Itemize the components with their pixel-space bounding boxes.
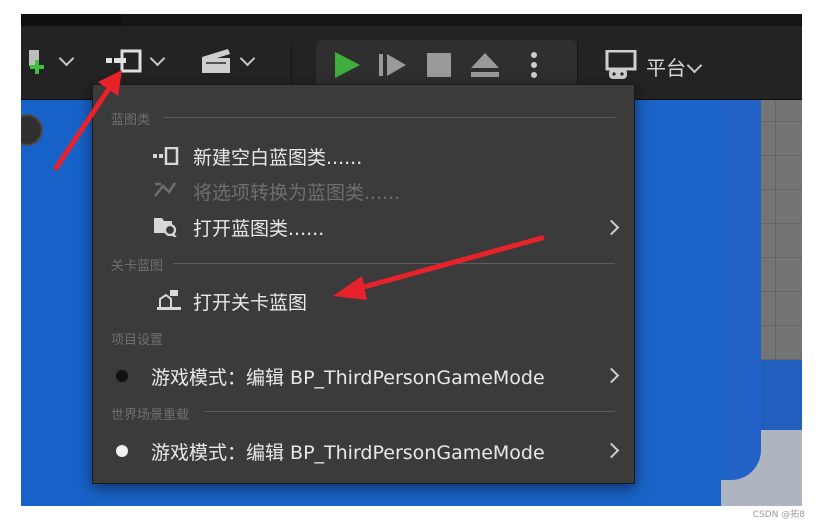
- submenu-arrow-icon: [603, 367, 620, 384]
- chevron-down-icon: [239, 50, 255, 67]
- blueprints-dropdown-menu: 蓝图类 新建空白蓝图类...... 将选项转换为蓝图类...... 打开蓝图类.…: [92, 84, 635, 484]
- blueprint-class-icon: [153, 147, 179, 165]
- dot-white-icon: [116, 445, 128, 457]
- clapperboard-icon: [201, 49, 230, 73]
- level-blueprint-icon: [157, 290, 181, 310]
- platform-icon: [605, 50, 637, 79]
- open-folder-icon: [154, 218, 177, 237]
- chevron-down-icon: [686, 57, 703, 74]
- advance-frame-icon[interactable]: [378, 52, 408, 78]
- submenu-arrow-icon: [603, 219, 620, 236]
- chevron-down-icon: [149, 50, 165, 67]
- add-actor-button[interactable]: [21, 44, 79, 78]
- play-controls: [316, 40, 577, 88]
- section-divider: [163, 117, 615, 118]
- menu-item-new-empty-blueprint[interactable]: 新建空白蓝图类......: [193, 143, 362, 170]
- cinematics-button[interactable]: [193, 44, 259, 78]
- section-header-project-settings: 项目设置: [111, 333, 164, 348]
- section-header-blueprint-class: 蓝图类: [111, 113, 151, 128]
- platforms-button[interactable]: 平台: [601, 40, 721, 88]
- title-strip: [21, 14, 802, 26]
- section-divider: [173, 263, 615, 264]
- menu-item-open-blueprint-class[interactable]: 打开蓝图类......: [193, 214, 324, 241]
- add-actor-icon: [28, 50, 44, 74]
- menu-item-convert-to-blueprint: 将选项转换为蓝图类......: [193, 182, 401, 204]
- submenu-arrow-icon: [603, 442, 620, 459]
- eject-icon[interactable]: [470, 52, 500, 78]
- watermark-text: CSDN @拓8: [752, 510, 805, 520]
- play-icon[interactable]: [332, 50, 362, 80]
- section-header-world-override: 世界场景重载: [111, 408, 190, 423]
- more-options-icon[interactable]: [529, 50, 539, 80]
- platforms-label: 平台: [646, 56, 686, 80]
- menu-item-edit-game-mode-project[interactable]: 游戏模式：编辑 BP_ThirdPersonGameMode: [151, 363, 545, 390]
- toolbar-separator: [291, 42, 292, 86]
- menu-item-open-level-blueprint[interactable]: 打开关卡蓝图: [193, 288, 307, 315]
- chevron-down-icon: [58, 50, 74, 67]
- toolbar-separator: [577, 42, 578, 86]
- convert-icon: [154, 182, 177, 197]
- section-header-level-blueprint: 关卡蓝图: [111, 259, 164, 274]
- blueprints-button[interactable]: [101, 44, 167, 78]
- stop-icon[interactable]: [426, 52, 452, 78]
- scene-block: [721, 100, 761, 480]
- blueprint-icon: [105, 49, 141, 73]
- dot-black-icon: [116, 370, 128, 382]
- menu-item-edit-game-mode-world[interactable]: 游戏模式：编辑 BP_ThirdPersonGameMode: [151, 438, 545, 465]
- section-divider: [205, 411, 615, 412]
